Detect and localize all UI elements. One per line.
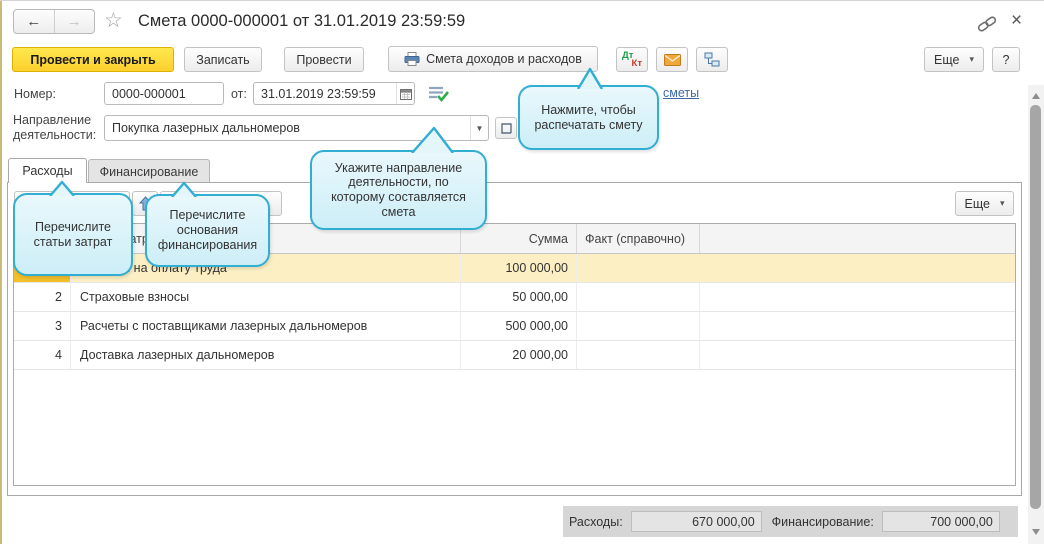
row-fact-cell[interactable] bbox=[576, 312, 699, 340]
row-num-cell[interactable]: 3 bbox=[14, 312, 70, 340]
chevron-down-icon: ▾ bbox=[999, 198, 1005, 208]
more-button-toolbar[interactable]: Еще ▾ bbox=[924, 47, 984, 72]
row-filler-cell bbox=[699, 283, 1015, 311]
calendar-icon[interactable] bbox=[396, 83, 414, 104]
tooltip-print: Нажмите, чтобы распечатать смету bbox=[518, 85, 659, 150]
post-and-close-button[interactable]: Провести и закрыть bbox=[12, 47, 174, 72]
printer-icon bbox=[404, 52, 420, 66]
chevron-down-icon: ▾ bbox=[969, 54, 974, 64]
totals-bar: Расходы: 670 000,00 Финансирование: 700 … bbox=[563, 506, 1018, 537]
favorite-star-icon[interactable]: ☆ bbox=[104, 10, 123, 31]
write-button[interactable]: Записать bbox=[184, 47, 262, 72]
date-input[interactable]: 31.01.2019 23:59:59 bbox=[253, 82, 415, 105]
row-item-cell[interactable]: Страховые взносы bbox=[70, 283, 460, 311]
estimates-link[interactable]: сметы bbox=[663, 86, 699, 100]
expenses-total-label: Расходы: bbox=[569, 514, 623, 529]
row-fact-cell[interactable] bbox=[576, 341, 699, 369]
date-prefix-label: от: bbox=[231, 87, 247, 101]
posted-status-icon bbox=[428, 85, 450, 106]
row-fact-cell[interactable] bbox=[576, 254, 699, 282]
forward-button[interactable]: → bbox=[55, 10, 95, 33]
tooltip-tail bbox=[576, 67, 606, 92]
structure-button[interactable] bbox=[696, 47, 728, 72]
tooltip-items: Перечислите статьи затрат bbox=[13, 193, 133, 276]
page-title: Смета 0000-000001 от 31.01.2019 23:59:59 bbox=[138, 12, 466, 30]
tooltip-direction: Укажите направление деятельности, по кот… bbox=[310, 150, 487, 230]
tooltip-tail bbox=[48, 180, 78, 199]
direction-label-line1: Направление bbox=[13, 113, 92, 127]
scrollbar-thumb[interactable] bbox=[1030, 105, 1041, 509]
financing-total-value: 700 000,00 bbox=[881, 511, 1000, 532]
row-filler-cell bbox=[699, 341, 1015, 369]
nav-history-group: ← → bbox=[13, 9, 95, 34]
dropdown-arrow-icon[interactable]: ▼ bbox=[470, 116, 488, 140]
more-label: Еще bbox=[964, 196, 990, 211]
app-window: ← → ☆ Смета 0000-000001 от 31.01.2019 23… bbox=[0, 0, 1044, 544]
number-label: Номер: bbox=[14, 87, 56, 101]
scroll-up-icon[interactable] bbox=[1032, 93, 1040, 99]
window-edge-strip bbox=[0, 1, 2, 544]
post-button[interactable]: Провести bbox=[284, 47, 364, 72]
tooltip-tail bbox=[410, 125, 456, 156]
row-filler-cell bbox=[699, 312, 1015, 340]
hierarchy-icon bbox=[704, 52, 720, 67]
row-item-cell[interactable]: Доставка лазерных дальномеров bbox=[70, 341, 460, 369]
tooltip-tail bbox=[170, 181, 200, 200]
financing-total-label: Финансирование: bbox=[771, 514, 874, 529]
row-amount-cell[interactable]: 500 000,00 bbox=[460, 312, 576, 340]
help-button[interactable]: ? bbox=[992, 47, 1020, 72]
row-num-cell[interactable]: 2 bbox=[14, 283, 70, 311]
open-direction-button[interactable] bbox=[495, 117, 517, 139]
row-filler-cell bbox=[699, 254, 1015, 282]
email-button[interactable] bbox=[656, 47, 688, 72]
close-icon[interactable]: × bbox=[1011, 11, 1022, 30]
print-estimate-button[interactable]: Смета доходов и расходов bbox=[388, 46, 598, 72]
table-row[interactable]: 2 Страховые взносы 50 000,00 bbox=[14, 283, 1015, 312]
back-button[interactable]: ← bbox=[14, 10, 55, 33]
tab-financing[interactable]: Финансирование bbox=[88, 159, 210, 183]
table-row[interactable]: 3 Расчеты с поставщиками лазерных дально… bbox=[14, 312, 1015, 341]
scroll-down-icon[interactable] bbox=[1032, 529, 1040, 535]
dt-kt-postings-button[interactable]: Дт Кт bbox=[616, 47, 648, 72]
envelope-icon bbox=[663, 53, 681, 66]
row-item-cell[interactable]: Расчеты с поставщиками лазерных дальноме… bbox=[70, 312, 460, 340]
more-button-table[interactable]: Еще ▾ bbox=[955, 191, 1014, 216]
direction-label-line2: деятельности: bbox=[13, 128, 97, 142]
row-num-cell[interactable]: 4 bbox=[14, 341, 70, 369]
more-label: Еще bbox=[934, 52, 960, 67]
col-header-fact[interactable]: Факт (справочно) bbox=[576, 224, 699, 253]
row-amount-cell[interactable]: 50 000,00 bbox=[460, 283, 576, 311]
dt-kt-icon: Дт Кт bbox=[622, 49, 642, 69]
col-header-filler bbox=[699, 224, 1015, 253]
print-estimate-label: Смета доходов и расходов bbox=[426, 52, 582, 66]
row-amount-cell[interactable]: 100 000,00 bbox=[460, 254, 576, 282]
tooltip-funding: Перечислите основания финансирования bbox=[145, 194, 270, 267]
number-input[interactable]: 0000-000001 bbox=[104, 82, 224, 105]
row-amount-cell[interactable]: 20 000,00 bbox=[460, 341, 576, 369]
get-link-icon[interactable] bbox=[976, 15, 998, 36]
row-fact-cell[interactable] bbox=[576, 283, 699, 311]
expenses-total-value: 670 000,00 bbox=[630, 511, 762, 532]
table-row[interactable]: 4 Доставка лазерных дальномеров 20 000,0… bbox=[14, 341, 1015, 370]
